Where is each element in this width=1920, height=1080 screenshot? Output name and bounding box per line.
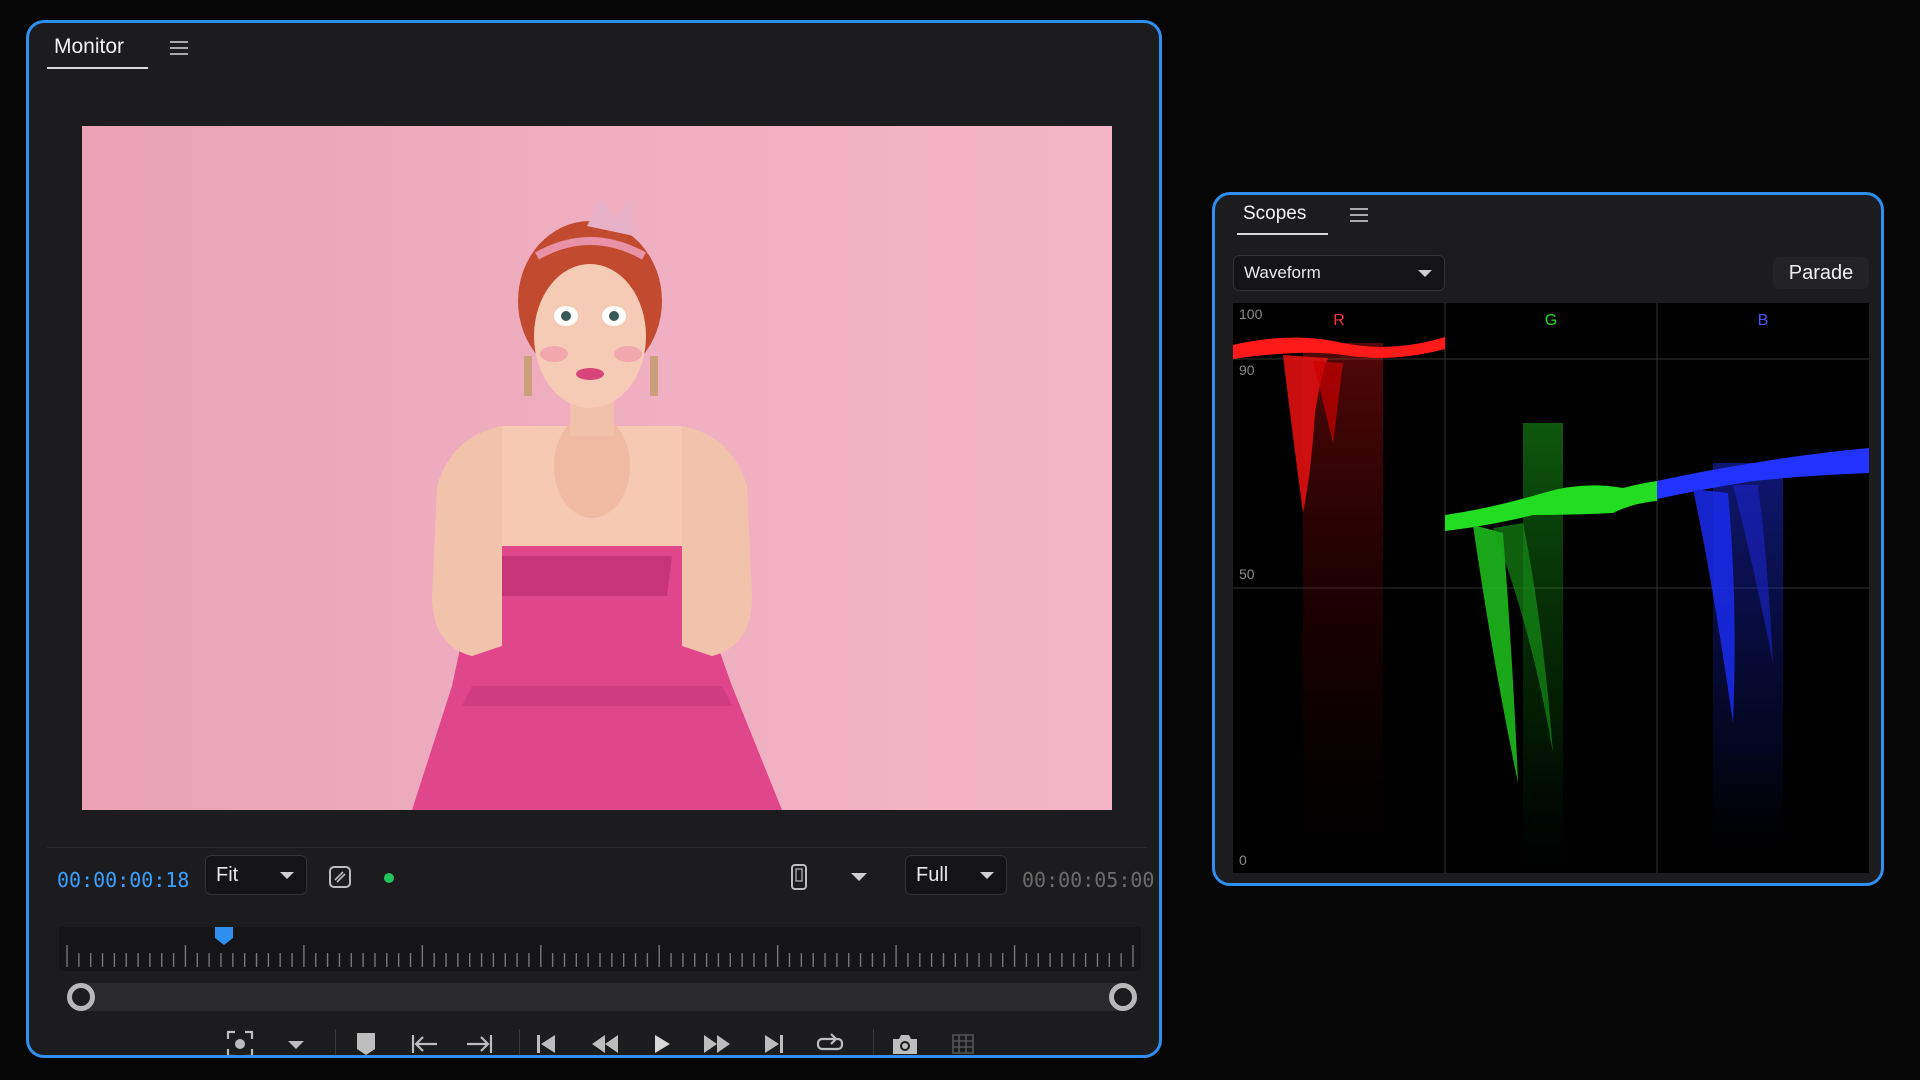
scrollbar-end-handle[interactable] <box>1109 983 1137 1011</box>
scopes-panel: Scopes Waveform Parade R G B 100 90 50 0 <box>1212 192 1884 886</box>
playhead[interactable] <box>214 927 234 945</box>
step-forward-icon[interactable] <box>759 1031 787 1055</box>
go-to-out-icon[interactable] <box>465 1031 495 1055</box>
red-channel-trace <box>1233 337 1445 863</box>
duration-timecode: 00:00:05:00 <box>1022 868 1155 892</box>
zoom-scrollbar[interactable] <box>67 983 1137 1011</box>
status-dot <box>383 872 395 884</box>
monitor-panel: Monitor 00:00:00:18 Fit Full 00:00:05:00 <box>26 20 1162 1058</box>
parade-button[interactable]: Parade <box>1773 257 1869 289</box>
camera-icon[interactable] <box>889 1029 921 1055</box>
chevron-down-icon <box>980 872 994 879</box>
resolution-select-value: Full <box>916 863 949 886</box>
current-timecode[interactable]: 00:00:00:18 <box>57 868 189 892</box>
target-icon[interactable] <box>225 1029 255 1055</box>
channel-label-r: R <box>1333 312 1345 329</box>
safe-margins-icon[interactable] <box>327 864 353 890</box>
device-icon[interactable] <box>789 862 809 892</box>
resolution-select[interactable]: Full <box>905 855 1007 895</box>
transport-divider <box>873 1029 874 1055</box>
scale-label-90: 90 <box>1239 362 1255 378</box>
scale-label-0: 0 <box>1239 852 1247 868</box>
monitor-controls: 00:00:00:18 Fit Full 00:00:05:00 <box>47 847 1154 895</box>
video-frame <box>82 126 1112 810</box>
scope-type-select[interactable]: Waveform <box>1233 255 1445 291</box>
channel-label-b: B <box>1758 312 1769 329</box>
scale-label-50: 50 <box>1239 566 1255 582</box>
green-channel-trace <box>1445 423 1657 873</box>
step-back-icon[interactable] <box>533 1031 561 1055</box>
grid-icon[interactable] <box>949 1031 977 1055</box>
marker-icon[interactable] <box>353 1029 379 1055</box>
chevron-down-icon <box>280 872 294 879</box>
scope-type-value: Waveform <box>1244 263 1321 282</box>
chevron-down-icon[interactable] <box>849 870 869 884</box>
scale-label-100: 100 <box>1239 306 1263 322</box>
blue-channel-trace <box>1657 448 1869 873</box>
channel-label-g: G <box>1545 312 1557 329</box>
scrollbar-start-handle[interactable] <box>67 983 95 1011</box>
ruler-ticks <box>66 945 1134 967</box>
go-to-in-icon[interactable] <box>409 1031 439 1055</box>
scopes-tab-header: Scopes <box>1237 203 1369 235</box>
zoom-select-value: Fit <box>216 863 239 886</box>
transport-controls <box>29 1023 1159 1055</box>
rewind-icon[interactable] <box>589 1031 621 1055</box>
chevron-down-icon[interactable] <box>287 1039 305 1051</box>
scopes-tab-title[interactable]: Scopes <box>1237 203 1329 235</box>
monitor-tab-title[interactable]: Monitor <box>47 35 149 69</box>
waveform-graphic: R G B 100 90 50 0 <box>1233 303 1869 873</box>
program-viewer[interactable] <box>82 126 1112 810</box>
zoom-select[interactable]: Fit <box>205 855 307 895</box>
transport-divider <box>519 1029 520 1055</box>
waveform-parade-plot: R G B 100 90 50 0 <box>1233 303 1869 873</box>
play-icon[interactable] <box>649 1031 675 1055</box>
chevron-down-icon <box>1418 270 1432 277</box>
menu-icon[interactable] <box>170 41 189 55</box>
monitor-tab-header: Monitor <box>47 35 189 69</box>
transport-divider <box>335 1029 336 1055</box>
menu-icon[interactable] <box>1350 208 1369 222</box>
loop-icon[interactable] <box>815 1029 845 1055</box>
fast-forward-icon[interactable] <box>701 1031 733 1055</box>
